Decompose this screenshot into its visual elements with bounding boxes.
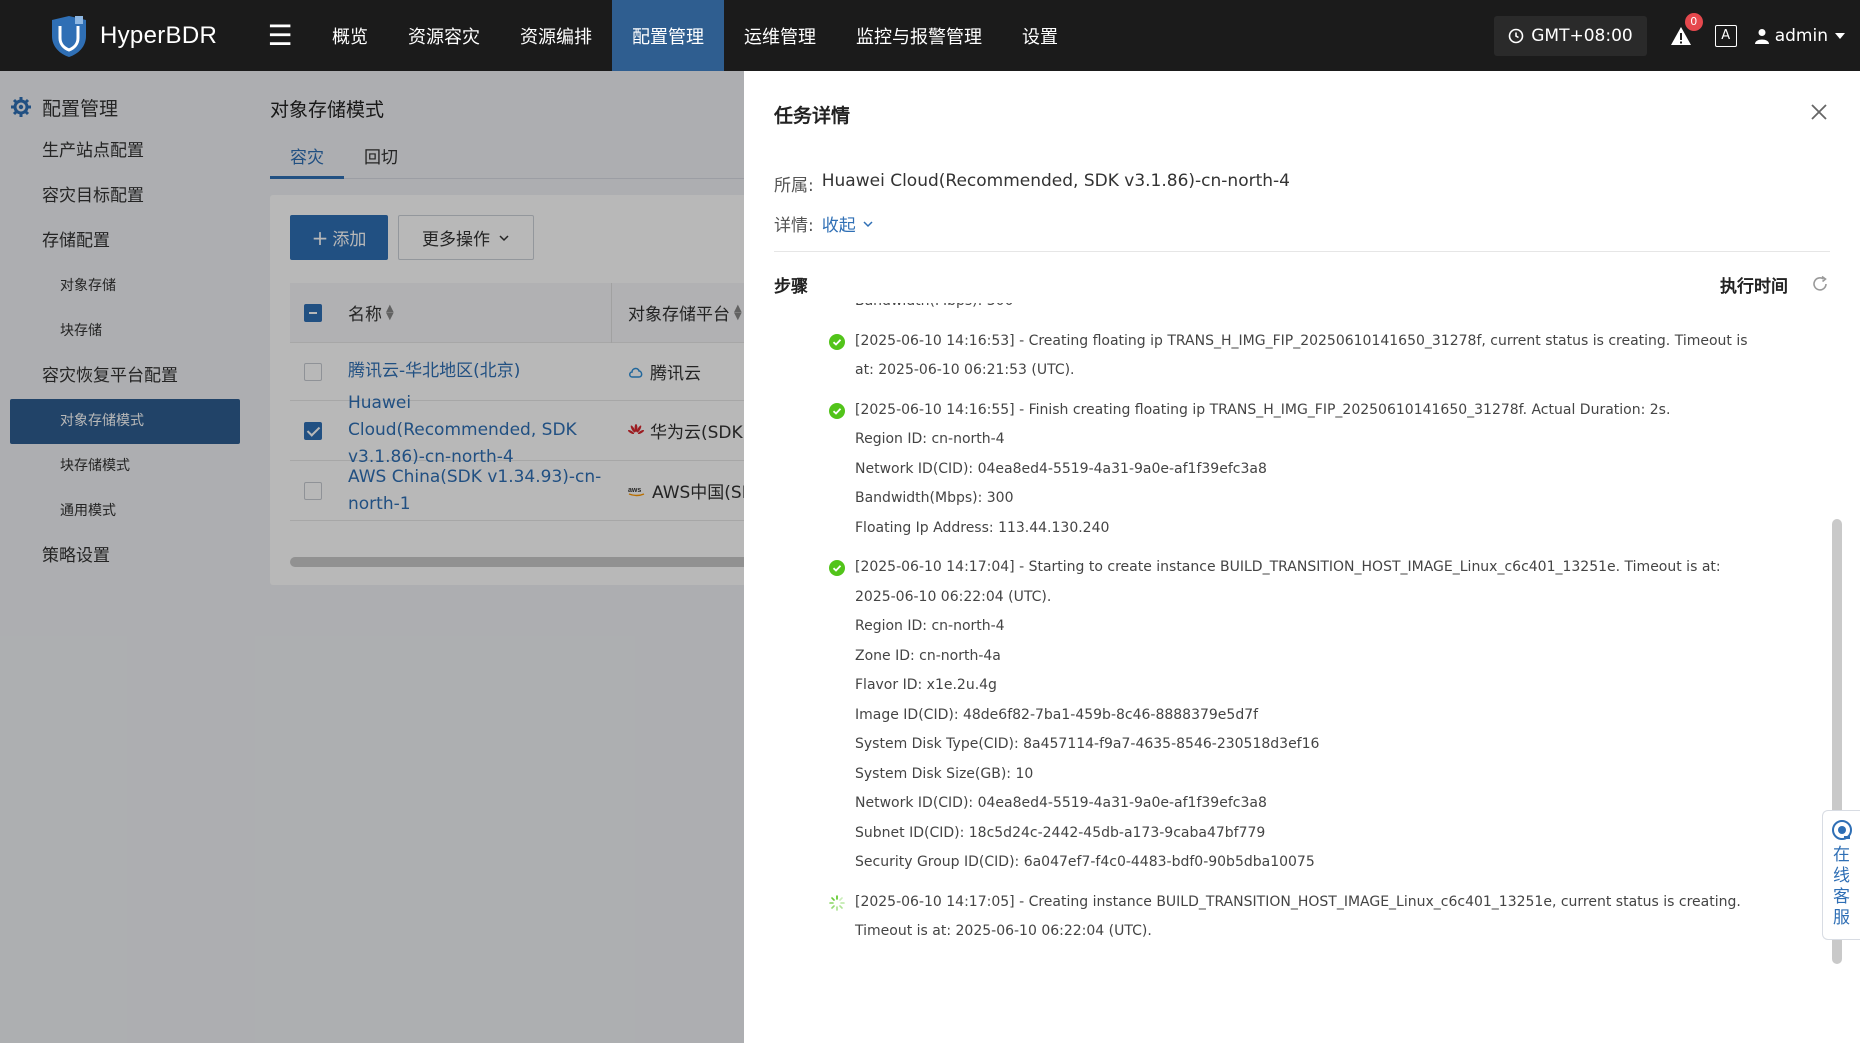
log-line: System Disk Size(GB): 10	[855, 765, 1034, 782]
nav-item-1[interactable]: 资源容灾	[388, 0, 500, 71]
log-line: Zone ID: cn-north-4a	[855, 647, 1001, 664]
log-line: [2025-06-10 14:17:04] - Starting to crea…	[855, 559, 1721, 575]
log-line: Region ID: cn-north-4	[855, 431, 1005, 447]
username: admin	[1774, 25, 1828, 46]
app-name: HyperBDR	[100, 21, 218, 49]
close-icon[interactable]	[1808, 101, 1830, 123]
nav-item-3[interactable]: 配置管理	[612, 0, 724, 71]
nav-item-6[interactable]: 设置	[1002, 0, 1078, 71]
belong-label: 所属:	[774, 176, 814, 196]
log-line: System Disk Type(CID): 8a457114-f9a7-463…	[855, 736, 1320, 752]
log-line: Network ID(CID): 04ea8ed4-5519-4a31-9a0e…	[855, 460, 1267, 477]
log-line: 2025-06-10 06:22:04 (UTC).	[855, 588, 1052, 605]
logo-shield-icon	[52, 15, 86, 57]
log-line: at: 2025-06-10 06:21:53 (UTC).	[855, 362, 1075, 378]
steps-header: 步骤 执行时间	[774, 265, 1830, 303]
refresh-icon[interactable]	[1810, 274, 1830, 294]
log-line: Flavor ID: x1e.2u.4g	[855, 677, 997, 693]
app-logo[interactable]: HyperBDR	[0, 0, 240, 71]
nav-item-2[interactable]: 资源编排	[500, 0, 612, 71]
language-icon[interactable]: A	[1714, 24, 1737, 47]
caret-down-icon	[1835, 32, 1845, 39]
belong-row: 所属: Huawei Cloud(Recommended, SDK v3.1.8…	[774, 171, 1290, 196]
log-line: Floating Ip Address: 113.44.130.240	[855, 519, 1110, 536]
success-check-icon	[829, 560, 845, 576]
user-icon	[1754, 28, 1769, 44]
alert-count-badge: 0	[1684, 12, 1703, 31]
log-line: Image ID(CID): 48de6f82-7ba1-459b-8c46-8…	[855, 706, 1259, 723]
online-service-label: 在线客服	[1833, 845, 1850, 928]
menu-toggle-icon[interactable]: ☰	[254, 0, 306, 71]
headset-icon	[1831, 820, 1852, 840]
log-line: Network ID(CID): 04ea8ed4-5519-4a31-9a0e…	[855, 795, 1267, 811]
exec-time-label: 执行时间	[1720, 276, 1788, 297]
collapse-link[interactable]: 收起	[822, 211, 874, 236]
log-entry: [2025-06-10 14:16:55] - Finish creating …	[774, 396, 1830, 544]
log-line: Bandwidth(Mbps): 300	[855, 490, 1014, 506]
success-check-icon	[829, 333, 845, 350]
chevron-down-icon	[863, 220, 873, 227]
log-entry: Bandwidth(Mbps): 300	[774, 303, 1830, 317]
loading-spinner-icon	[829, 894, 845, 911]
detail-row: 详情: 收起	[774, 211, 874, 236]
nav-item-4[interactable]: 运维管理	[724, 0, 836, 71]
log-line: [2025-06-10 14:16:53] - Creating floatin…	[855, 332, 1748, 349]
drawer-title: 任务详情	[774, 105, 851, 127]
log-line: Timeout is at: 2025-06-10 06:22:04 (UTC)…	[855, 923, 1152, 939]
log-line: Bandwidth(Mbps): 300	[774, 303, 1830, 317]
nav-item-0[interactable]: 概览	[312, 0, 388, 71]
nav-item-5[interactable]: 监控与报警管理	[836, 0, 1002, 71]
divider	[774, 251, 1830, 252]
timezone-label: GMT+08:00	[1531, 25, 1633, 46]
alert-button[interactable]: 0	[1669, 12, 1703, 48]
log-line: Subnet ID(CID): 18c5d24c-2442-45db-a173-…	[855, 824, 1266, 841]
task-detail-drawer: 任务详情 所属: Huawei Cloud(Recommended, SDK v…	[744, 71, 1860, 1043]
log-entry: [2025-06-10 14:17:04] - Starting to crea…	[774, 553, 1830, 878]
top-nav-bar: HyperBDR ☰ 概览 资源容灾 资源编排 配置管理 运维管理 监控与报警管理 设置 G…	[0, 0, 1860, 71]
step-log: Bandwidth(Mbps): 300 [2025-06-10 14:16:53…	[774, 303, 1830, 1013]
clock-icon	[1508, 28, 1524, 43]
log-line: [2025-06-10 14:16:55] - Finish creating …	[855, 401, 1671, 418]
log-line: Security Group ID(CID): 6a047ef7-f4c0-44…	[855, 854, 1315, 870]
detail-label: 详情:	[774, 216, 814, 236]
main-nav: 概览 资源容灾 资源编排 配置管理 运维管理 监控与报警管理 设置	[312, 0, 1078, 71]
log-line: Region ID: cn-north-4	[855, 618, 1005, 634]
log-line: [2025-06-10 14:17:05] - Creating instanc…	[855, 893, 1741, 910]
timezone-selector[interactable]: GMT+08:00	[1494, 15, 1647, 56]
log-entry: [2025-06-10 14:16:53] - Creating floatin…	[774, 327, 1830, 386]
steps-label: 步骤	[774, 276, 808, 297]
success-check-icon	[829, 402, 845, 419]
user-menu[interactable]: admin	[1754, 25, 1846, 46]
belong-value: Huawei Cloud(Recommended, SDK v3.1.86)-c…	[821, 171, 1290, 191]
log-entry: [2025-06-10 14:17:05] - Creating instanc…	[774, 888, 1830, 947]
online-service-widget[interactable]: 在线客服	[1822, 810, 1860, 940]
